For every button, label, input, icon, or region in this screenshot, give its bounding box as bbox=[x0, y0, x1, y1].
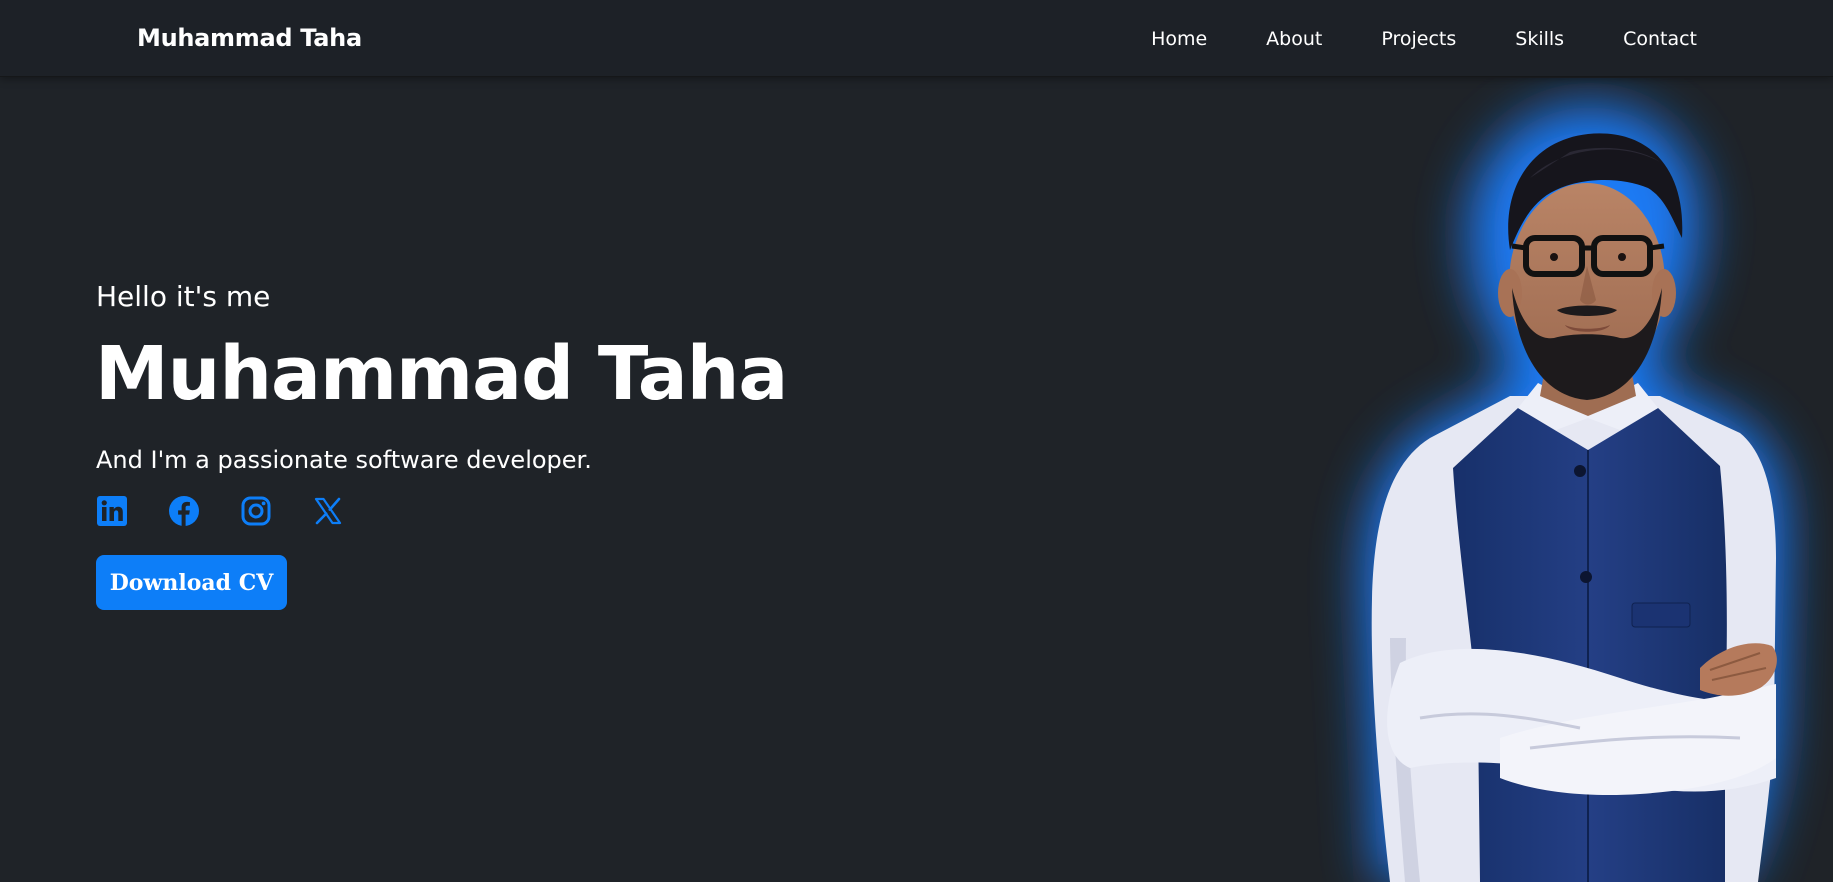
nav-links: Home About Projects Skills Contact bbox=[1151, 28, 1697, 50]
hero-section: Hello it's me Muhammad Taha And I'm a pa… bbox=[0, 78, 1833, 882]
nav-link-home[interactable]: Home bbox=[1151, 28, 1207, 50]
nav-link-projects[interactable]: Projects bbox=[1381, 28, 1456, 50]
hero-greeting: Hello it's me bbox=[96, 280, 271, 313]
hero-name: Muhammad Taha bbox=[95, 331, 788, 417]
social-links bbox=[96, 495, 344, 527]
linkedin-icon[interactable] bbox=[96, 495, 128, 527]
facebook-icon[interactable] bbox=[168, 495, 200, 527]
navbar: Muhammad Taha Home About Projects Skills… bbox=[0, 0, 1833, 77]
nav-link-skills[interactable]: Skills bbox=[1515, 28, 1564, 50]
x-icon[interactable] bbox=[312, 495, 344, 527]
profile-photo bbox=[1060, 78, 1833, 882]
nav-link-contact[interactable]: Contact bbox=[1623, 28, 1697, 50]
hero-tagline: And I'm a passionate software developer. bbox=[96, 446, 592, 474]
download-cv-button[interactable]: Download CV bbox=[96, 555, 287, 610]
instagram-icon[interactable] bbox=[240, 495, 272, 527]
nav-link-about[interactable]: About bbox=[1266, 28, 1322, 50]
brand-logo[interactable]: Muhammad Taha bbox=[137, 24, 362, 52]
portrait-illustration bbox=[1364, 105, 1786, 882]
